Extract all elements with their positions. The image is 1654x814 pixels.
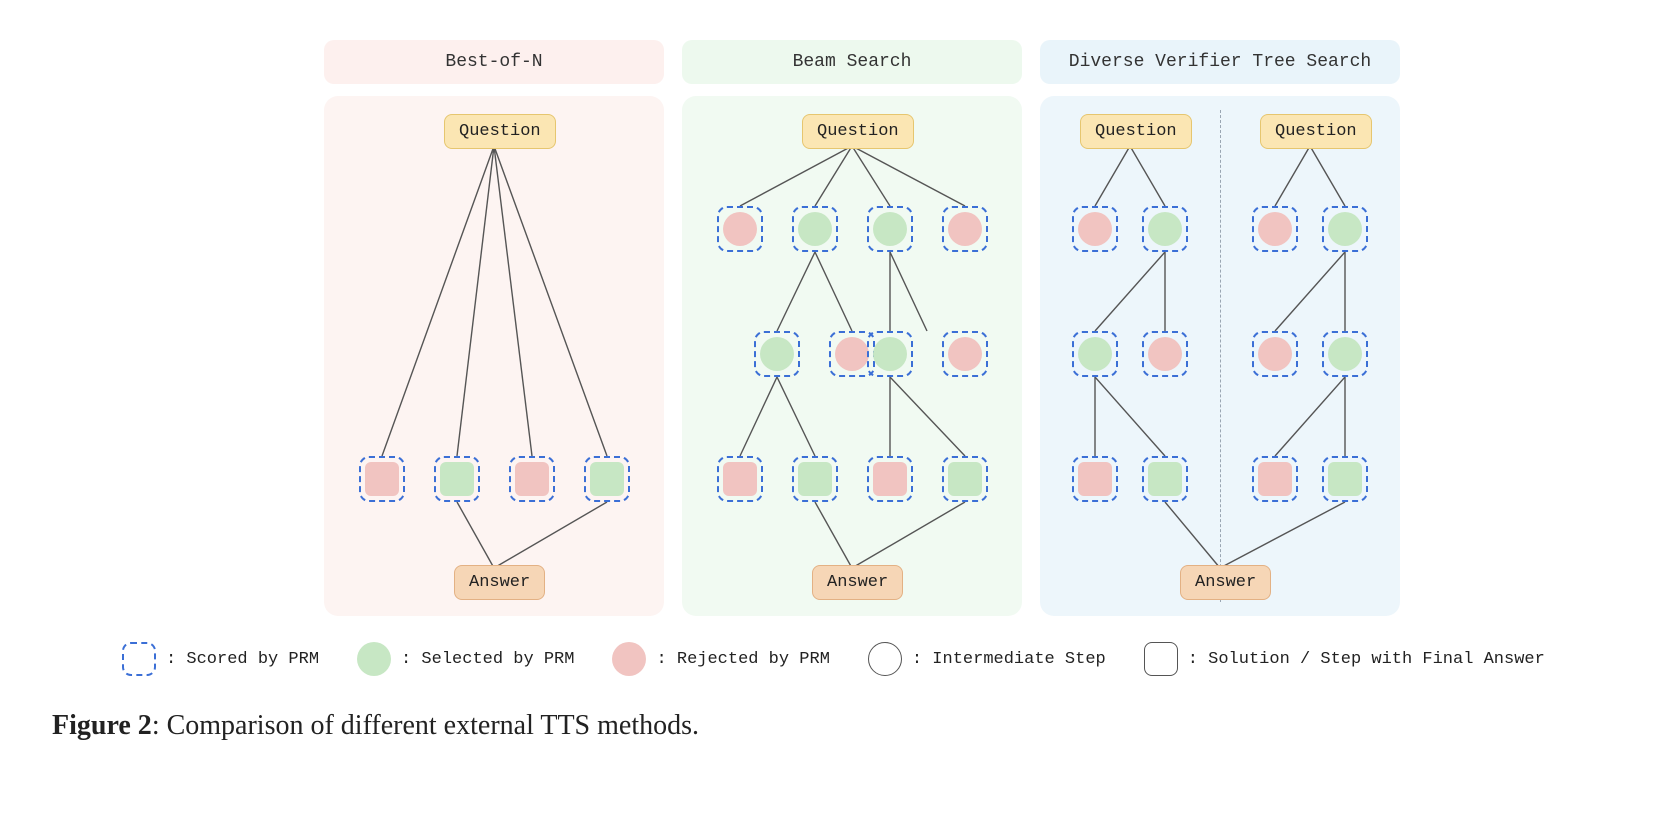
- legend-label: : Intermediate Step: [912, 650, 1106, 669]
- legend-label: : Scored by PRM: [166, 650, 319, 669]
- answer-box: Answer: [1180, 565, 1271, 600]
- panel-header-dvts: Diverse Verifier Tree Search: [1040, 40, 1400, 84]
- solution-node-rejected: [717, 456, 763, 502]
- caption-text: : Comparison of different external TTS m…: [152, 710, 699, 741]
- step-node-rejected: [717, 206, 763, 252]
- solution-node-selected: [792, 456, 838, 502]
- solution-node-rejected: [1252, 456, 1298, 502]
- legend-label: : Solution / Step with Final Answer: [1188, 650, 1545, 669]
- step-node-selected: [867, 206, 913, 252]
- legend-swatch-solution: [1144, 642, 1178, 676]
- step-node-selected: [1322, 206, 1368, 252]
- panels-row: Best-of-N Question Answer Be: [122, 40, 1602, 616]
- legend-solution: : Solution / Step with Final Answer: [1144, 642, 1545, 676]
- step-node-rejected: [942, 206, 988, 252]
- panel-body-bon: Question Answer: [324, 96, 664, 616]
- step-node-rejected: [1252, 331, 1298, 377]
- legend: : Scored by PRM : Selected by PRM : Reje…: [122, 642, 1602, 676]
- step-node-rejected: [1252, 206, 1298, 252]
- legend-swatch-scored: [122, 642, 156, 676]
- panel-header-beam: Beam Search: [682, 40, 1022, 84]
- legend-swatch-intermediate: [868, 642, 902, 676]
- panel-body-dvts: Question Question Answer: [1040, 96, 1400, 616]
- step-node-selected: [754, 331, 800, 377]
- question-box-right: Question: [1260, 114, 1372, 149]
- solution-node-selected: [942, 456, 988, 502]
- solution-node-selected: [1322, 456, 1368, 502]
- solution-node-rejected: [867, 456, 913, 502]
- legend-selected: : Selected by PRM: [357, 642, 574, 676]
- panel-body-beam: Question Answer: [682, 96, 1022, 616]
- panel-beam-search: Beam Search: [682, 40, 1022, 616]
- figure-caption: Figure 2: Comparison of different extern…: [52, 710, 1602, 742]
- step-node-selected: [1322, 331, 1368, 377]
- answer-box: Answer: [454, 565, 545, 600]
- solution-node-rejected: [1072, 456, 1118, 502]
- legend-label: : Rejected by PRM: [656, 650, 829, 669]
- question-box: Question: [444, 114, 556, 149]
- step-node-selected: [867, 331, 913, 377]
- panel-header-bon: Best-of-N: [324, 40, 664, 84]
- legend-intermediate: : Intermediate Step: [868, 642, 1106, 676]
- answer-box: Answer: [812, 565, 903, 600]
- step-node-rejected: [942, 331, 988, 377]
- solution-node-selected: [584, 456, 630, 502]
- edges-bon: [324, 96, 664, 616]
- panel-dvts: Diverse Verifier Tree Search: [1040, 40, 1400, 616]
- question-box: Question: [802, 114, 914, 149]
- panel-best-of-n: Best-of-N Question Answer: [324, 40, 664, 616]
- step-node-selected: [1072, 331, 1118, 377]
- legend-swatch-selected: [357, 642, 391, 676]
- figure-wrapper: Best-of-N Question Answer Be: [52, 40, 1602, 742]
- solution-node-rejected: [359, 456, 405, 502]
- solution-node-selected: [434, 456, 480, 502]
- legend-swatch-rejected: [612, 642, 646, 676]
- legend-label: : Selected by PRM: [401, 650, 574, 669]
- step-node-rejected: [1142, 331, 1188, 377]
- solution-node-rejected: [509, 456, 555, 502]
- solution-node-selected: [1142, 456, 1188, 502]
- question-box-left: Question: [1080, 114, 1192, 149]
- panel-divider: [1220, 110, 1221, 602]
- legend-rejected: : Rejected by PRM: [612, 642, 829, 676]
- step-node-selected: [792, 206, 838, 252]
- step-node-rejected: [1072, 206, 1118, 252]
- caption-label: Figure 2: [52, 710, 152, 741]
- legend-scored: : Scored by PRM: [122, 642, 319, 676]
- step-node-selected: [1142, 206, 1188, 252]
